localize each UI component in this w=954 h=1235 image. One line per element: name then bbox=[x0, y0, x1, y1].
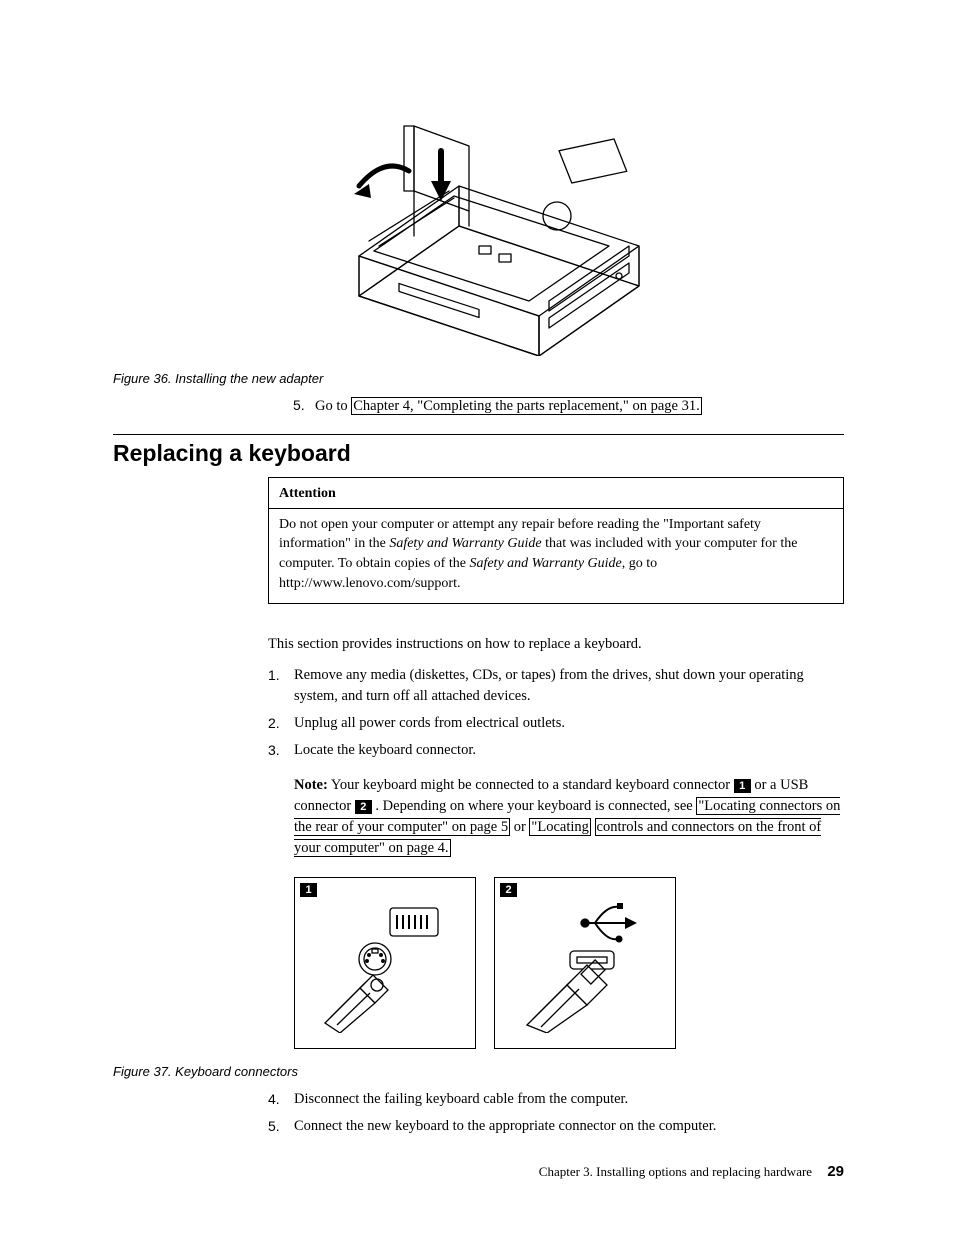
step-4: 4. Disconnect the failing keyboard cable… bbox=[268, 1089, 844, 1110]
step-text: Disconnect the failing keyboard cable fr… bbox=[294, 1091, 628, 1107]
attention-box: Attention Do not open your computer or a… bbox=[268, 477, 844, 604]
callout-label-2: 2 bbox=[500, 883, 517, 897]
step-number: 5. bbox=[293, 396, 305, 416]
step-text: Connect the new keyboard to the appropri… bbox=[294, 1118, 716, 1134]
figure-37-row: 1 bbox=[294, 877, 844, 1049]
note-label: Note: bbox=[294, 777, 328, 793]
connector-box-ps2: 1 bbox=[294, 877, 476, 1049]
safety-guide-italic-2: Safety and Warranty Guide bbox=[469, 556, 621, 571]
chapter-label: Chapter 3. Installing options and replac… bbox=[539, 1164, 812, 1179]
attention-body: Do not open your computer or attempt any… bbox=[279, 515, 833, 593]
step-number: 1. bbox=[268, 665, 280, 685]
steps-list-cont: 4. Disconnect the failing keyboard cable… bbox=[268, 1089, 844, 1137]
step-5-top: 5. Go to Chapter 4, "Completing the part… bbox=[293, 396, 844, 416]
step-number: 5. bbox=[268, 1116, 280, 1136]
section-rule bbox=[113, 434, 844, 435]
connector-box-usb: 2 bbox=[494, 877, 676, 1049]
safety-guide-italic-1: Safety and Warranty Guide bbox=[389, 536, 541, 551]
step-text: Unplug all power cords from electrical o… bbox=[294, 715, 565, 731]
step-5-list: 5. Go to Chapter 4, "Completing the part… bbox=[293, 396, 844, 416]
front-connectors-link-part1[interactable]: "Locating bbox=[529, 818, 590, 836]
steps-list: 1. Remove any media (diskettes, CDs, or … bbox=[268, 665, 844, 1049]
step-5: 5. Connect the new keyboard to the appro… bbox=[268, 1116, 844, 1137]
callout-2: 2 bbox=[355, 800, 372, 814]
figure-36-illustration bbox=[299, 96, 659, 356]
step-number: 2. bbox=[268, 713, 280, 733]
section-heading: Replacing a keyboard bbox=[113, 440, 844, 467]
step-3: 3. Locate the keyboard connector. Note: … bbox=[268, 740, 844, 1049]
step-text: Locate the keyboard connector. bbox=[294, 742, 476, 758]
note-text: . Depending on where your keyboard is co… bbox=[372, 798, 697, 814]
figure-37-caption: Figure 37. Keyboard connectors bbox=[113, 1064, 844, 1079]
step-text: Remove any media (diskettes, CDs, or tap… bbox=[294, 667, 804, 704]
step-2: 2. Unplug all power cords from electrica… bbox=[268, 713, 844, 734]
note-text: or bbox=[510, 819, 529, 835]
figure-36-caption: Figure 36. Installing the new adapter bbox=[113, 371, 844, 386]
attention-title: Attention bbox=[279, 484, 833, 504]
attention-rule bbox=[269, 508, 843, 509]
intro-paragraph: This section provides instructions on ho… bbox=[268, 634, 844, 654]
callout-label-1: 1 bbox=[300, 883, 317, 897]
note-text: Your keyboard might be connected to a st… bbox=[328, 777, 734, 793]
step-1: 1. Remove any media (diskettes, CDs, or … bbox=[268, 665, 844, 707]
ps2-connector-icon bbox=[315, 893, 455, 1033]
note-block: Note: Your keyboard might be connected t… bbox=[294, 775, 844, 859]
page-footer: Chapter 3. Installing options and replac… bbox=[539, 1163, 844, 1180]
step-5-text: Go to bbox=[315, 398, 351, 414]
step-number: 4. bbox=[268, 1089, 280, 1109]
usb-connector-icon bbox=[515, 893, 655, 1033]
page-number: 29 bbox=[827, 1163, 844, 1180]
chapter-4-link[interactable]: Chapter 4, "Completing the parts replace… bbox=[351, 397, 701, 415]
step-number: 3. bbox=[268, 740, 280, 760]
callout-1: 1 bbox=[734, 779, 751, 793]
document-page: Figure 36. Installing the new adapter 5.… bbox=[0, 0, 954, 1198]
